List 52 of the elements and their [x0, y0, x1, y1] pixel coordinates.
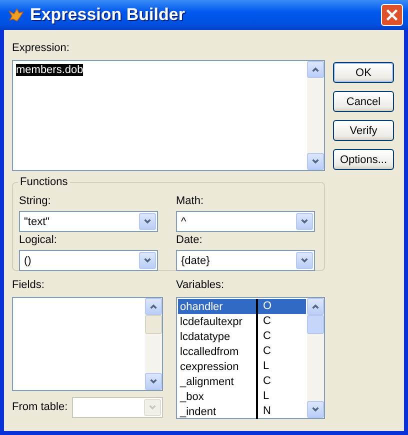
from-table-label: From table:	[12, 401, 68, 414]
caret-down-icon	[139, 252, 156, 269]
dropdown[interactable]: ()	[19, 250, 158, 271]
scroll-up-button[interactable]	[145, 298, 162, 315]
scroll-thumb[interactable]	[307, 315, 324, 334]
expression-field[interactable]: members.dob	[12, 60, 325, 171]
scroll-down-button[interactable]	[307, 401, 324, 418]
expression-text: members.dob	[16, 64, 84, 76]
combo-label: String:	[19, 195, 52, 208]
scroll-up-button[interactable]	[307, 61, 324, 78]
caret-down-icon	[311, 405, 320, 414]
close-button[interactable]	[381, 4, 403, 26]
combo-label: Date:	[176, 234, 204, 247]
dropdown[interactable]: {date}	[176, 250, 315, 271]
scroll-up-button[interactable]	[307, 298, 324, 315]
caret-down-icon	[149, 377, 158, 386]
scroll-thumb[interactable]	[145, 315, 162, 334]
close-icon	[384, 7, 400, 23]
combo-label: Logical:	[19, 234, 58, 247]
fields-list[interactable]	[12, 297, 163, 391]
caret-up-icon	[311, 302, 320, 311]
caret-up-icon	[311, 65, 320, 74]
dropdown[interactable]: ^	[176, 211, 315, 232]
caret-down-icon	[311, 157, 320, 166]
dialog-button[interactable]: Verify	[333, 120, 394, 141]
variable-name: _alignment	[178, 376, 235, 388]
caret-up-icon	[149, 302, 158, 311]
variable-name: lcdefaultexpr	[179, 316, 244, 328]
variable-name: lccalledfrom	[179, 346, 240, 358]
functions-title: Functions	[18, 176, 70, 188]
scroll-down-button[interactable]	[307, 153, 324, 170]
fields-label: Fields:	[12, 279, 46, 292]
dialog-button[interactable]: OK	[333, 62, 394, 83]
expression-label: Expression:	[12, 42, 70, 55]
dialog-button[interactable]: Cancel	[333, 91, 394, 112]
variable-name: _box	[178, 390, 205, 402]
caret-down-icon	[296, 213, 313, 230]
variable-name: cexpression	[179, 360, 240, 372]
caret-down-icon	[296, 252, 313, 269]
variable-name: lcdatatype	[179, 330, 232, 342]
caret-down-icon	[144, 399, 161, 416]
combo-label: Math:	[176, 195, 205, 208]
variables-label: Variables:	[176, 279, 226, 292]
variable-name: _indent	[178, 406, 218, 418]
scroll-down-button[interactable]	[145, 373, 162, 390]
variable-name: ohandler	[179, 300, 224, 312]
window-title: Expression Builder	[30, 5, 186, 25]
dialog-button[interactable]: Options...	[333, 149, 394, 170]
variables-list[interactable]: ohandler O lcdefaultexpr C lcdatatype C lccalledfrom C cexpression L _alignment C _box L _indent N	[176, 297, 325, 419]
variable-row[interactable]: ohandler O	[178, 299, 306, 314]
caret-down-icon	[139, 213, 156, 230]
dropdown[interactable]: "text"	[19, 211, 158, 232]
